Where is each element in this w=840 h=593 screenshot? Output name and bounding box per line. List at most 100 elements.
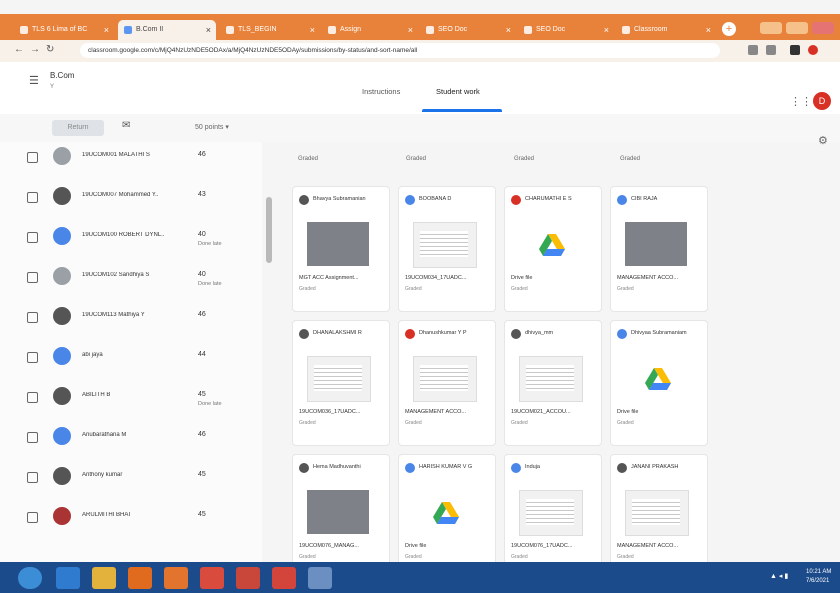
chrome-icon[interactable] bbox=[272, 567, 296, 589]
student-row[interactable]: 19UCOM007 Mohammed Y.. 43 bbox=[0, 182, 262, 222]
back-icon[interactable]: ← bbox=[14, 44, 24, 55]
submission-card[interactable]: dhivya_mm 19UCOM021_ACCOU... Graded bbox=[504, 320, 602, 446]
browser-tab-7[interactable]: Classroom × bbox=[616, 20, 716, 40]
close-icon[interactable]: × bbox=[206, 20, 211, 40]
submission-card[interactable]: Bhavya Subramanian MGT ACC Assignment... G… bbox=[292, 186, 390, 312]
student-grade[interactable]: 40 bbox=[198, 271, 206, 278]
file-thumbnail[interactable] bbox=[519, 490, 583, 536]
submission-card[interactable]: BOOBANA D 19UCOM034_17UADC... Graded bbox=[398, 186, 496, 312]
student-grade[interactable]: 45 bbox=[198, 391, 206, 398]
student-row[interactable]: abi jaya 44 bbox=[0, 342, 262, 382]
close-icon[interactable]: × bbox=[310, 20, 315, 40]
file-title[interactable]: MGT ACC Assignment... bbox=[299, 275, 383, 281]
file-title[interactable]: 19UCOM076_MANAG... bbox=[299, 543, 383, 549]
student-grade[interactable]: 45 bbox=[198, 511, 206, 518]
student-grade[interactable]: 46 bbox=[198, 311, 206, 318]
student-row[interactable]: ARULMITHI BHAT 45 bbox=[0, 502, 262, 542]
student-checkbox[interactable] bbox=[27, 392, 38, 403]
file-title[interactable]: Drive file bbox=[617, 409, 701, 415]
submission-card[interactable]: Dhanushkumar Y P MANAGEMENT ACCO... Graded bbox=[398, 320, 496, 446]
browser-tab-3[interactable]: TLS_BEGIN × bbox=[220, 20, 320, 40]
file-thumbnail[interactable] bbox=[519, 356, 583, 402]
file-thumbnail[interactable] bbox=[307, 222, 369, 266]
file-thumbnail[interactable] bbox=[307, 490, 369, 534]
window-close-button[interactable] bbox=[812, 22, 834, 34]
student-grade[interactable]: 43 bbox=[198, 191, 206, 198]
list-scrollbar[interactable] bbox=[266, 197, 272, 263]
student-checkbox[interactable] bbox=[27, 272, 38, 283]
browser-tab-4[interactable]: Assign × bbox=[322, 20, 418, 40]
class-name[interactable]: B.Com bbox=[50, 71, 74, 80]
close-icon[interactable]: × bbox=[408, 20, 413, 40]
file-title[interactable]: MANAGEMENT ACCO... bbox=[405, 409, 489, 415]
apps-grid-icon[interactable]: ⋮⋮ bbox=[790, 95, 812, 108]
submission-card[interactable]: CHARUMATHI E S Drive file Graded bbox=[504, 186, 602, 312]
taskbar-clock[interactable]: 10:21 AM 7/6/2021 bbox=[806, 568, 831, 586]
email-icon[interactable]: ✉ bbox=[122, 120, 130, 131]
chrome-icon[interactable] bbox=[236, 567, 260, 589]
student-grade[interactable]: 46 bbox=[198, 151, 206, 158]
extension-icon[interactable] bbox=[766, 45, 776, 55]
forward-icon[interactable]: → bbox=[30, 44, 40, 55]
student-checkbox[interactable] bbox=[27, 312, 38, 323]
file-explorer-icon[interactable] bbox=[92, 567, 116, 589]
student-row[interactable]: 19UCOM113 Mathiya Y 46 bbox=[0, 302, 262, 342]
student-checkbox[interactable] bbox=[27, 472, 38, 483]
file-thumbnail[interactable] bbox=[625, 222, 687, 266]
tab-student-work[interactable]: Student work bbox=[436, 87, 480, 96]
file-title[interactable]: Drive file bbox=[511, 275, 595, 281]
student-checkbox[interactable] bbox=[27, 192, 38, 203]
close-icon[interactable]: × bbox=[506, 20, 511, 40]
student-row[interactable]: 19UCOM001 MALATHI S 46 bbox=[0, 142, 262, 182]
maximize-button[interactable] bbox=[786, 22, 808, 34]
close-icon[interactable]: × bbox=[104, 20, 109, 40]
student-row[interactable]: Anubarathana M 46 bbox=[0, 422, 262, 462]
student-row[interactable]: 19UCOM100 ROBERT DYNL.. 40 Done late bbox=[0, 222, 262, 262]
url-input[interactable]: classroom.google.com/c/MjQ4NzUzNDE5ODAx/… bbox=[80, 43, 720, 58]
student-checkbox[interactable] bbox=[27, 232, 38, 243]
minimize-button[interactable] bbox=[760, 22, 782, 34]
student-grade[interactable]: 46 bbox=[198, 431, 206, 438]
file-thumbnail[interactable] bbox=[307, 356, 371, 402]
student-checkbox[interactable] bbox=[27, 352, 38, 363]
student-grade[interactable]: 40 bbox=[198, 231, 206, 238]
firefox-icon[interactable] bbox=[128, 567, 152, 589]
system-tray-icons[interactable]: ▲ ◂ ▮ bbox=[770, 572, 788, 580]
close-icon[interactable]: × bbox=[706, 20, 711, 40]
app-icon[interactable] bbox=[308, 567, 332, 589]
extension-icon[interactable] bbox=[748, 45, 758, 55]
internet-explorer-icon[interactable] bbox=[56, 567, 80, 589]
student-row[interactable]: Anthony kumar 45 bbox=[0, 462, 262, 502]
browser-tab-active[interactable]: B.Com II × bbox=[118, 20, 216, 40]
submission-card[interactable]: CIBI RAJA MANAGEMENT ACCO... Graded bbox=[610, 186, 708, 312]
submission-card[interactable]: DHANALAKSHMI R 19UCOM036_17UADC... Graded bbox=[292, 320, 390, 446]
menu-icon[interactable]: ☰ bbox=[29, 74, 39, 87]
browser-tab-6[interactable]: SEO Doc × bbox=[518, 20, 614, 40]
file-thumbnail[interactable] bbox=[413, 222, 477, 268]
browser-tab-5[interactable]: SEO Doc × bbox=[420, 20, 516, 40]
account-avatar[interactable]: D bbox=[813, 92, 831, 110]
file-title[interactable]: Drive file bbox=[405, 543, 489, 549]
submission-card[interactable]: Dhivyaa Subramaniam Drive file Graded bbox=[610, 320, 708, 446]
reload-icon[interactable]: ↻ bbox=[46, 44, 54, 55]
student-checkbox[interactable] bbox=[27, 432, 38, 443]
file-thumbnail[interactable] bbox=[413, 356, 477, 402]
new-tab-icon[interactable]: + bbox=[722, 22, 736, 36]
student-checkbox[interactable] bbox=[27, 152, 38, 163]
student-grade[interactable]: 45 bbox=[198, 471, 206, 478]
app-icon[interactable] bbox=[164, 567, 188, 589]
file-thumbnail[interactable] bbox=[625, 490, 689, 536]
file-title[interactable]: 19UCOM034_17UADC... bbox=[405, 275, 489, 281]
file-title[interactable]: MANAGEMENT ACCO... bbox=[617, 275, 701, 281]
close-icon[interactable]: × bbox=[604, 20, 609, 40]
file-title[interactable]: 19UCOM076_17UADC... bbox=[511, 543, 595, 549]
file-title[interactable]: MANAGEMENT ACCO... bbox=[617, 543, 701, 549]
student-row[interactable]: 19UCOM102 Sandhiya S 40 Done late bbox=[0, 262, 262, 302]
start-button-icon[interactable] bbox=[18, 567, 42, 589]
student-row[interactable]: ABILITH B 45 Done late bbox=[0, 382, 262, 422]
file-title[interactable]: 19UCOM021_ACCOU... bbox=[511, 409, 595, 415]
student-checkbox[interactable] bbox=[27, 512, 38, 523]
browser-tab-1[interactable]: TLS 6 Lima of BC × bbox=[14, 20, 114, 40]
tab-instructions[interactable]: Instructions bbox=[362, 87, 400, 96]
chrome-icon[interactable] bbox=[200, 567, 224, 589]
